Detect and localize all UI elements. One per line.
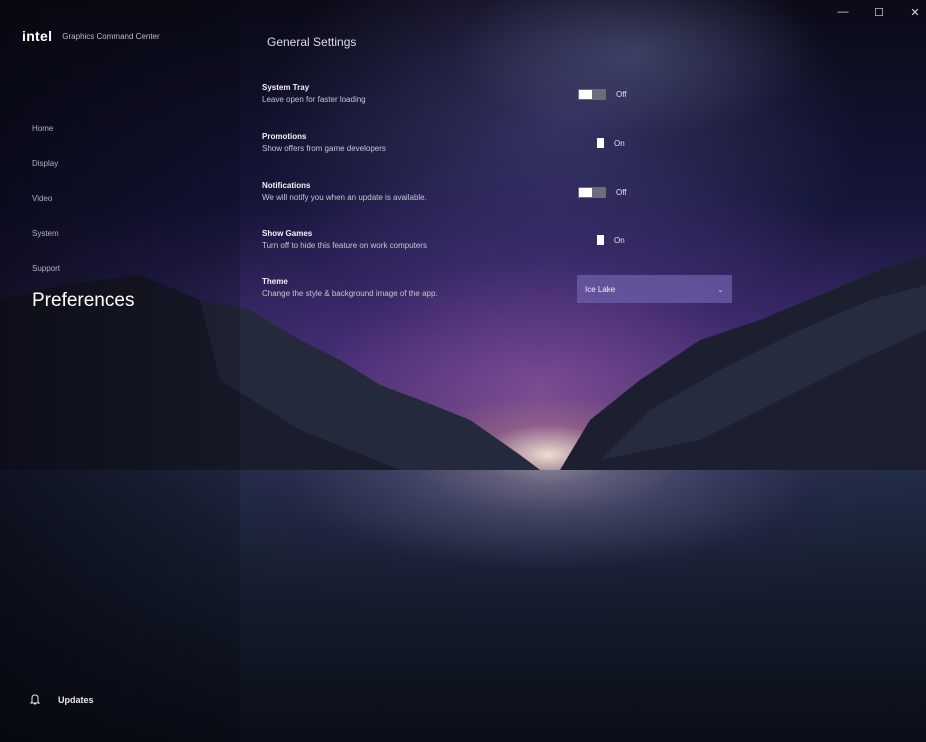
- setting-promotions: Promotions Show offers from game develop…: [262, 131, 386, 154]
- sidebar-item-support[interactable]: Support: [32, 258, 134, 293]
- page-title: General Settings: [267, 35, 357, 49]
- maximize-button[interactable]: ☐: [872, 6, 886, 19]
- toggle-switch: [578, 187, 606, 198]
- toggle-switch: [597, 235, 604, 245]
- system-tray-toggle[interactable]: Off: [578, 89, 627, 100]
- toggle-state-label: Off: [616, 90, 627, 99]
- setting-show-games: Show Games Turn off to hide this feature…: [262, 228, 427, 251]
- toggle-switch: [578, 89, 606, 100]
- setting-title: Promotions: [262, 132, 307, 141]
- sidebar-item-display[interactable]: Display: [32, 153, 134, 188]
- sidebar-nav: Home Display Video System Support Prefer…: [32, 118, 134, 319]
- updates-button[interactable]: Updates: [30, 694, 94, 705]
- close-button[interactable]: ✕: [908, 6, 922, 19]
- toggle-state-label: On: [614, 138, 625, 148]
- setting-title: System Tray: [262, 83, 310, 92]
- app-title: Graphics Command Center: [62, 31, 160, 41]
- theme-selected-value: Ice Lake: [585, 284, 616, 294]
- notifications-toggle[interactable]: Off: [578, 187, 627, 198]
- setting-theme: Theme Change the style & background imag…: [262, 276, 438, 299]
- sidebar-item-video[interactable]: Video: [32, 188, 134, 223]
- setting-description: Show offers from game developers: [262, 144, 386, 153]
- app-window: intel Graphics Command Center — ☐ ✕ Home…: [0, 0, 926, 742]
- setting-description: Leave open for faster loading: [262, 95, 366, 104]
- promotions-toggle[interactable]: On: [578, 138, 625, 148]
- setting-description: Turn off to hide this feature on work co…: [262, 241, 427, 250]
- sidebar-item-home[interactable]: Home: [32, 118, 134, 153]
- toggle-switch: [597, 138, 604, 148]
- sidebar-item-system[interactable]: System: [32, 223, 134, 258]
- setting-notifications: Notifications We will notify you when an…: [262, 180, 427, 203]
- theme-dropdown[interactable]: Ice Lake ⌄: [577, 275, 732, 303]
- toggle-state-label: Off: [616, 188, 627, 197]
- setting-title: Notifications: [262, 181, 311, 190]
- updates-label: Updates: [58, 694, 94, 705]
- intel-logo: intel: [22, 28, 53, 44]
- sidebar-item-preferences[interactable]: Preferences: [32, 289, 134, 319]
- setting-description: We will notify you when an update is ava…: [262, 193, 427, 202]
- setting-title: Show Games: [262, 229, 313, 238]
- toggle-state-label: On: [614, 235, 625, 245]
- setting-description: Change the style & background image of t…: [262, 289, 438, 298]
- chevron-down-icon: ⌄: [717, 284, 724, 294]
- setting-system-tray: System Tray Leave open for faster loadin…: [262, 82, 366, 105]
- bell-icon: [30, 694, 40, 705]
- window-controls: — ☐ ✕: [836, 6, 922, 19]
- setting-title: Theme: [262, 277, 288, 286]
- minimize-button[interactable]: —: [836, 6, 850, 19]
- show-games-toggle[interactable]: On: [578, 235, 625, 245]
- app-header: intel Graphics Command Center: [22, 28, 160, 44]
- sidebar-background: [0, 0, 240, 742]
